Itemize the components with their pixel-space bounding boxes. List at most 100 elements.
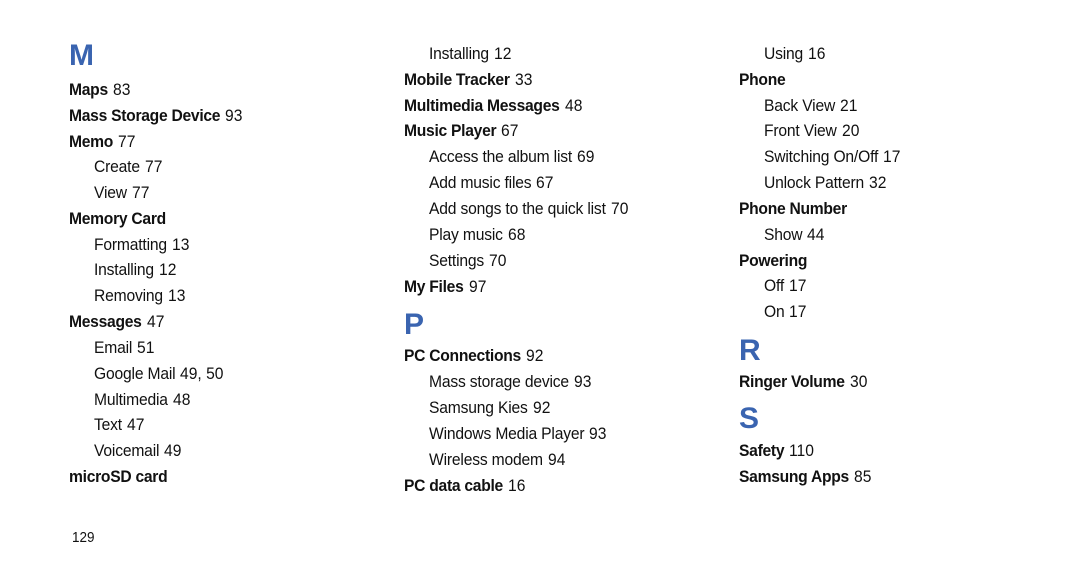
page-reference: 70 [610, 199, 629, 218]
index-entry: Powering [739, 251, 813, 271]
index-term: Add music files [429, 173, 532, 192]
index-subentry: Google Mail 49, 50 [94, 364, 224, 384]
index-subentry: Mass storage device 93 [429, 372, 591, 392]
index-subentry: Add music files 67 [429, 173, 554, 193]
index-entry: Music Player 67 [404, 121, 519, 141]
page-reference: 13 [171, 235, 190, 254]
index-subentry: Formatting 13 [94, 235, 189, 255]
index-subentry: Using 16 [764, 44, 825, 64]
index-term: Mobile Tracker [404, 70, 510, 89]
page-reference: 17 [789, 302, 807, 321]
index-term: Add songs to the quick list [429, 199, 606, 218]
index-entry: Safety 110 [739, 441, 814, 461]
page-reference: 48 [172, 390, 191, 409]
index-term: Switching On/Off [764, 147, 879, 166]
page-reference: 51 [137, 338, 155, 357]
page-reference: 85 [853, 467, 872, 486]
index-term: Samsung Apps [739, 467, 849, 486]
page-reference: 77 [131, 183, 150, 202]
index-term: Access the album list [429, 147, 573, 166]
index-entry: PC Connections 92 [404, 346, 543, 366]
page-reference: 30 [849, 372, 868, 391]
index-term: Multimedia [94, 390, 168, 409]
index-entry: Maps 83 [69, 80, 130, 100]
page-reference: 70 [489, 251, 507, 270]
section-letter: P [404, 308, 425, 341]
index-term: Samsung Kies [429, 398, 528, 417]
index-term: Wireless modem [429, 450, 543, 469]
index-term: View [94, 183, 127, 202]
index-subentry: Unlock Pattern 32 [764, 173, 886, 193]
index-entry: Mass Storage Device 93 [69, 106, 243, 126]
index-term: Windows Media Player [429, 424, 585, 443]
index-entry: Mobile Tracker 33 [404, 70, 532, 90]
page-reference: 93 [589, 424, 607, 443]
index-term: Using [764, 44, 804, 63]
index-subentry: Create 77 [94, 157, 162, 177]
index-entry: Phone Number [739, 199, 856, 219]
page-reference: 92 [532, 398, 551, 417]
index-term: Safety [739, 441, 785, 460]
page-reference: 77 [118, 132, 136, 151]
index-subentry: Installing 12 [429, 44, 511, 64]
index-subentry: Installing 12 [94, 260, 176, 280]
section-letter: R [739, 334, 761, 367]
index-subentry: Settings 70 [429, 251, 506, 271]
index-entry: Multimedia Messages 48 [404, 96, 582, 116]
index-term: Off [764, 276, 785, 295]
index-subentry: Text 47 [94, 415, 144, 435]
page-reference: 92 [525, 346, 544, 365]
index-term: PC data cable [404, 476, 503, 495]
index-entry: Messages 47 [69, 312, 164, 332]
page-number: 129 [72, 529, 95, 546]
page-reference: 16 [808, 44, 826, 63]
index-term: Messages [69, 312, 142, 331]
index-entry: Samsung Apps 85 [739, 467, 871, 487]
index-subentry: Play music 68 [429, 225, 525, 245]
index-subentry: Email 51 [94, 338, 155, 358]
index-subentry: View 77 [94, 183, 149, 203]
index-entry: Memory Card [69, 209, 174, 229]
index-subentry: Off 17 [764, 276, 806, 296]
index-entry: Phone [739, 70, 789, 90]
page-reference: 47 [126, 415, 145, 434]
index-subentry: Samsung Kies 92 [429, 398, 550, 418]
index-subentry: Front View 20 [764, 121, 859, 141]
index-term: Show [764, 225, 803, 244]
index-term: Phone Number [739, 199, 847, 218]
index-subentry: Add songs to the quick list 70 [429, 199, 628, 219]
index-term: Installing [429, 44, 489, 63]
index-term: Memory Card [69, 209, 166, 228]
page-reference: 67 [501, 121, 519, 140]
index-term: Text [94, 415, 122, 434]
index-term: Installing [94, 260, 154, 279]
page-reference: 44 [807, 225, 825, 244]
page-reference: 33 [514, 70, 533, 89]
index-subentry: On 17 [764, 302, 807, 322]
index-entry: microSD card [69, 467, 176, 487]
index-term: Multimedia Messages [404, 96, 560, 115]
page-reference: 93 [573, 372, 592, 391]
index-term: Unlock Pattern [764, 173, 865, 192]
page-reference: 77 [144, 157, 163, 176]
index-term: Removing [94, 286, 163, 305]
index-term: PC Connections [404, 346, 521, 365]
index-term: Ringer Volume [739, 372, 845, 391]
index-term: Music Player [404, 121, 497, 140]
index-entry: Ringer Volume 30 [739, 372, 867, 392]
index-term: Maps [69, 80, 108, 99]
page-reference: 69 [577, 147, 595, 166]
index-subentry: Switching On/Off 17 [764, 147, 901, 167]
page-reference: 83 [112, 80, 131, 99]
page-reference: 48 [564, 96, 582, 115]
page-reference: 12 [158, 260, 177, 279]
index-term: Powering [739, 251, 808, 270]
page-reference: 68 [507, 225, 526, 244]
index-term: Front View [764, 121, 837, 140]
index-subentry: Wireless modem 94 [429, 450, 565, 470]
page-reference: 17 [789, 276, 807, 295]
page-reference: 94 [547, 450, 566, 469]
index-term: Mass Storage Device [69, 106, 221, 125]
page-reference: 49 [164, 441, 182, 460]
index-subentry: Show 44 [764, 225, 825, 245]
